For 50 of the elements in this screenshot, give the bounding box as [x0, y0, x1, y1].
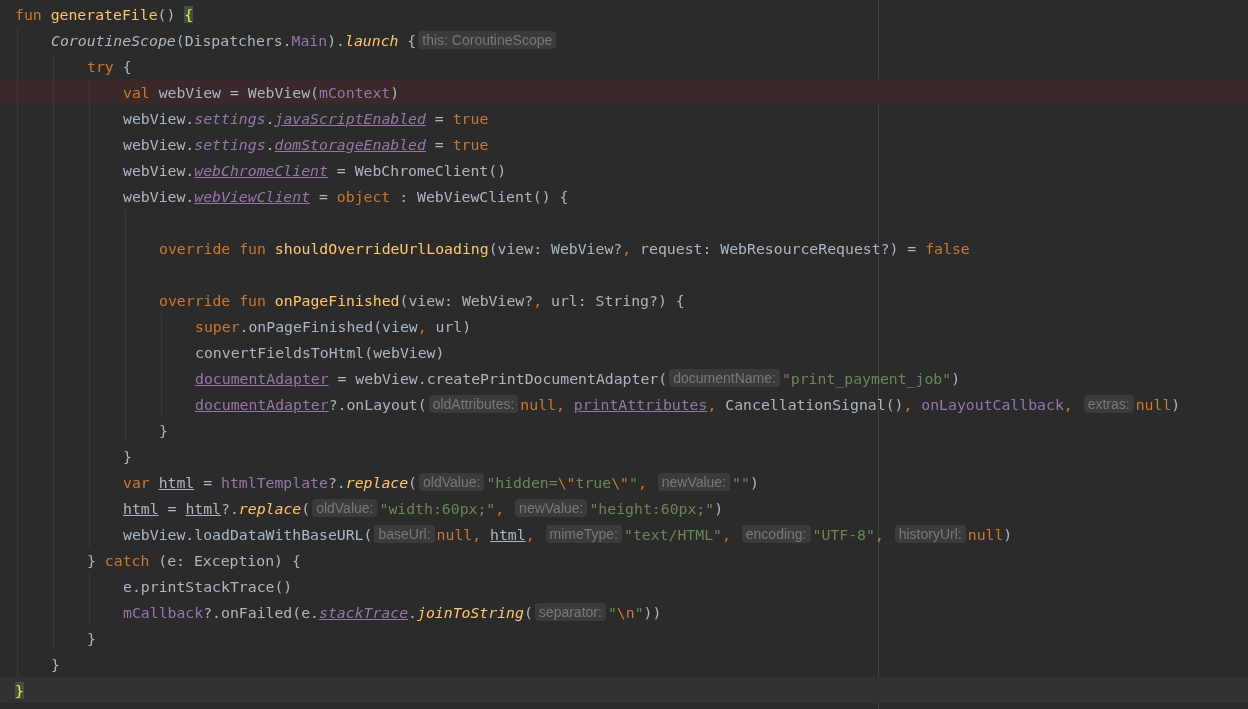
- code-text: webView.loadDataWithBaseURL(: [123, 525, 373, 543]
- code-text: "\n")): [607, 603, 662, 621]
- code-text: "width:60px;",: [379, 499, 506, 517]
- code-text: mCallback?.onFailed(e.stackTrace.joinToString(: [123, 603, 533, 621]
- code-text: webView.settings.domStorageEnabled = true: [123, 135, 489, 153]
- code-text: convertFieldsToHtml(webView): [195, 343, 445, 361]
- code-text: }: [159, 421, 168, 439]
- parameter-hint: separator:: [534, 603, 606, 621]
- code-text: fun generateFile() {: [15, 5, 194, 23]
- parameter-hint: newValue:: [515, 499, 588, 517]
- code-text: e.printStackTrace(): [123, 577, 293, 595]
- code-text: documentAdapter?.onLayout(: [195, 395, 427, 413]
- code-text: webView.webChromeClient = WebChromeClient(): [123, 161, 507, 179]
- parameter-hint: this: CoroutineScope: [418, 31, 557, 49]
- code-text: "print_payment_job"): [781, 369, 961, 387]
- code-text: "UTF-8",: [812, 525, 885, 543]
- code-text: null): [967, 525, 1013, 543]
- code-text: null, printAttributes, CancellationSignal(), onLayoutCallback,: [520, 395, 1074, 413]
- code-text: override fun shouldOverrideUrlLoading(view: WebView?, request: WebResourceRequest?) = false: [159, 239, 970, 257]
- parameter-hint: oldValue:: [419, 473, 485, 491]
- parameter-hint: extras:: [1083, 395, 1134, 413]
- code-text: CoroutineScope(Dispatchers.Main).launch {: [51, 31, 417, 49]
- code-text: "text/HTML",: [623, 525, 732, 543]
- code-text: "height:60px;"): [589, 499, 724, 517]
- code-text: }: [15, 681, 24, 699]
- code-text: super.onPageFinished(view, url): [195, 317, 472, 335]
- code-text: "hidden=\"true\"",: [486, 473, 648, 491]
- parameter-hint: baseUrl:: [374, 525, 435, 543]
- code-text: }: [87, 629, 96, 647]
- code-text: documentAdapter = webView.createPrintDocumentAdapter(: [195, 369, 668, 387]
- code-text: ""): [732, 473, 759, 491]
- parameter-hint: mimeType:: [545, 525, 622, 543]
- code-text: webView.settings.javaScriptEnabled = true: [123, 109, 489, 127]
- code-text: }: [51, 655, 60, 673]
- code-text: null, html,: [436, 525, 536, 543]
- code-text: val webView = WebView(mContext): [123, 83, 400, 101]
- parameter-hint: historyUrl:: [894, 525, 966, 543]
- code-text: try {: [87, 57, 132, 75]
- parameter-hint: documentName:: [669, 369, 780, 387]
- parameter-hint: oldValue:: [312, 499, 378, 517]
- code-text: null): [1135, 395, 1181, 413]
- parameter-hint: oldAttributes:: [428, 395, 519, 413]
- code-text: }: [123, 447, 132, 465]
- code-text: } catch (e: Exception) {: [87, 551, 301, 569]
- code-text: var html = htmlTemplate?.replace(: [123, 473, 418, 491]
- code-text: override fun onPageFinished(view: WebView?, url: String?) {: [159, 291, 685, 309]
- parameter-hint: encoding:: [741, 525, 811, 543]
- code-text: webView.webViewClient = object : WebViewClient() {: [123, 187, 569, 205]
- parameter-hint: newValue:: [657, 473, 731, 491]
- code-text: html = html?.replace(: [123, 499, 311, 517]
